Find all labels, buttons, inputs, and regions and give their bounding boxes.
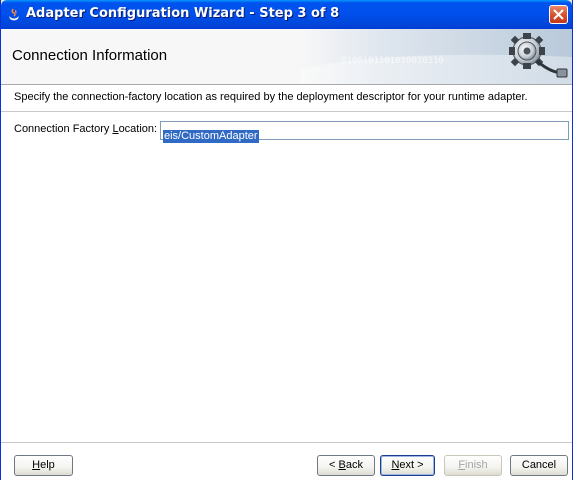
connection-factory-label-text: Connection Factory [14, 123, 113, 135]
connection-factory-value: eis/CustomAdapter [163, 130, 259, 143]
cancel-button[interactable]: Cancel [510, 455, 568, 476]
help-label: elp [40, 459, 55, 471]
connection-factory-location-input[interactable]: eis/CustomAdapter [160, 121, 569, 143]
connection-factory-label-rest: ocation: [118, 123, 158, 135]
back-button[interactable]: < Back [317, 455, 375, 476]
wizard-window: Adapter Configuration Wizard - Step 3 of… [0, 0, 573, 480]
title-bar[interactable]: Adapter Configuration Wizard - Step 3 of… [1, 0, 572, 29]
window-title: Adapter Configuration Wizard - Step 3 of… [26, 6, 340, 21]
finish-label: inish [465, 459, 488, 471]
connection-factory-label: Connection Factory Location: [14, 123, 157, 135]
finish-button[interactable]: Finish [444, 455, 502, 476]
header-banner-art: 0100101101010010110 [301, 29, 572, 84]
page-title: Connection Information [12, 47, 168, 64]
content-divider [1, 111, 572, 112]
cancel-label: Cancel [521, 459, 557, 471]
instructions-text: Specify the connection-factory location … [14, 91, 528, 103]
back-label: ack [345, 459, 363, 471]
help-button[interactable]: Help [14, 455, 73, 476]
java-cup-icon [9, 8, 19, 21]
binary-text: 0100101101010010110 [341, 56, 444, 66]
back-mnemonic: B [338, 459, 346, 471]
wizard-header: Connection Information 01001011010100101… [1, 29, 572, 85]
close-button[interactable] [549, 5, 568, 24]
next-label: ext > [399, 459, 424, 471]
close-icon [553, 9, 564, 20]
help-mnemonic: H [32, 459, 41, 471]
next-button[interactable]: Next > [380, 455, 435, 476]
back-prefix: < [329, 459, 339, 471]
